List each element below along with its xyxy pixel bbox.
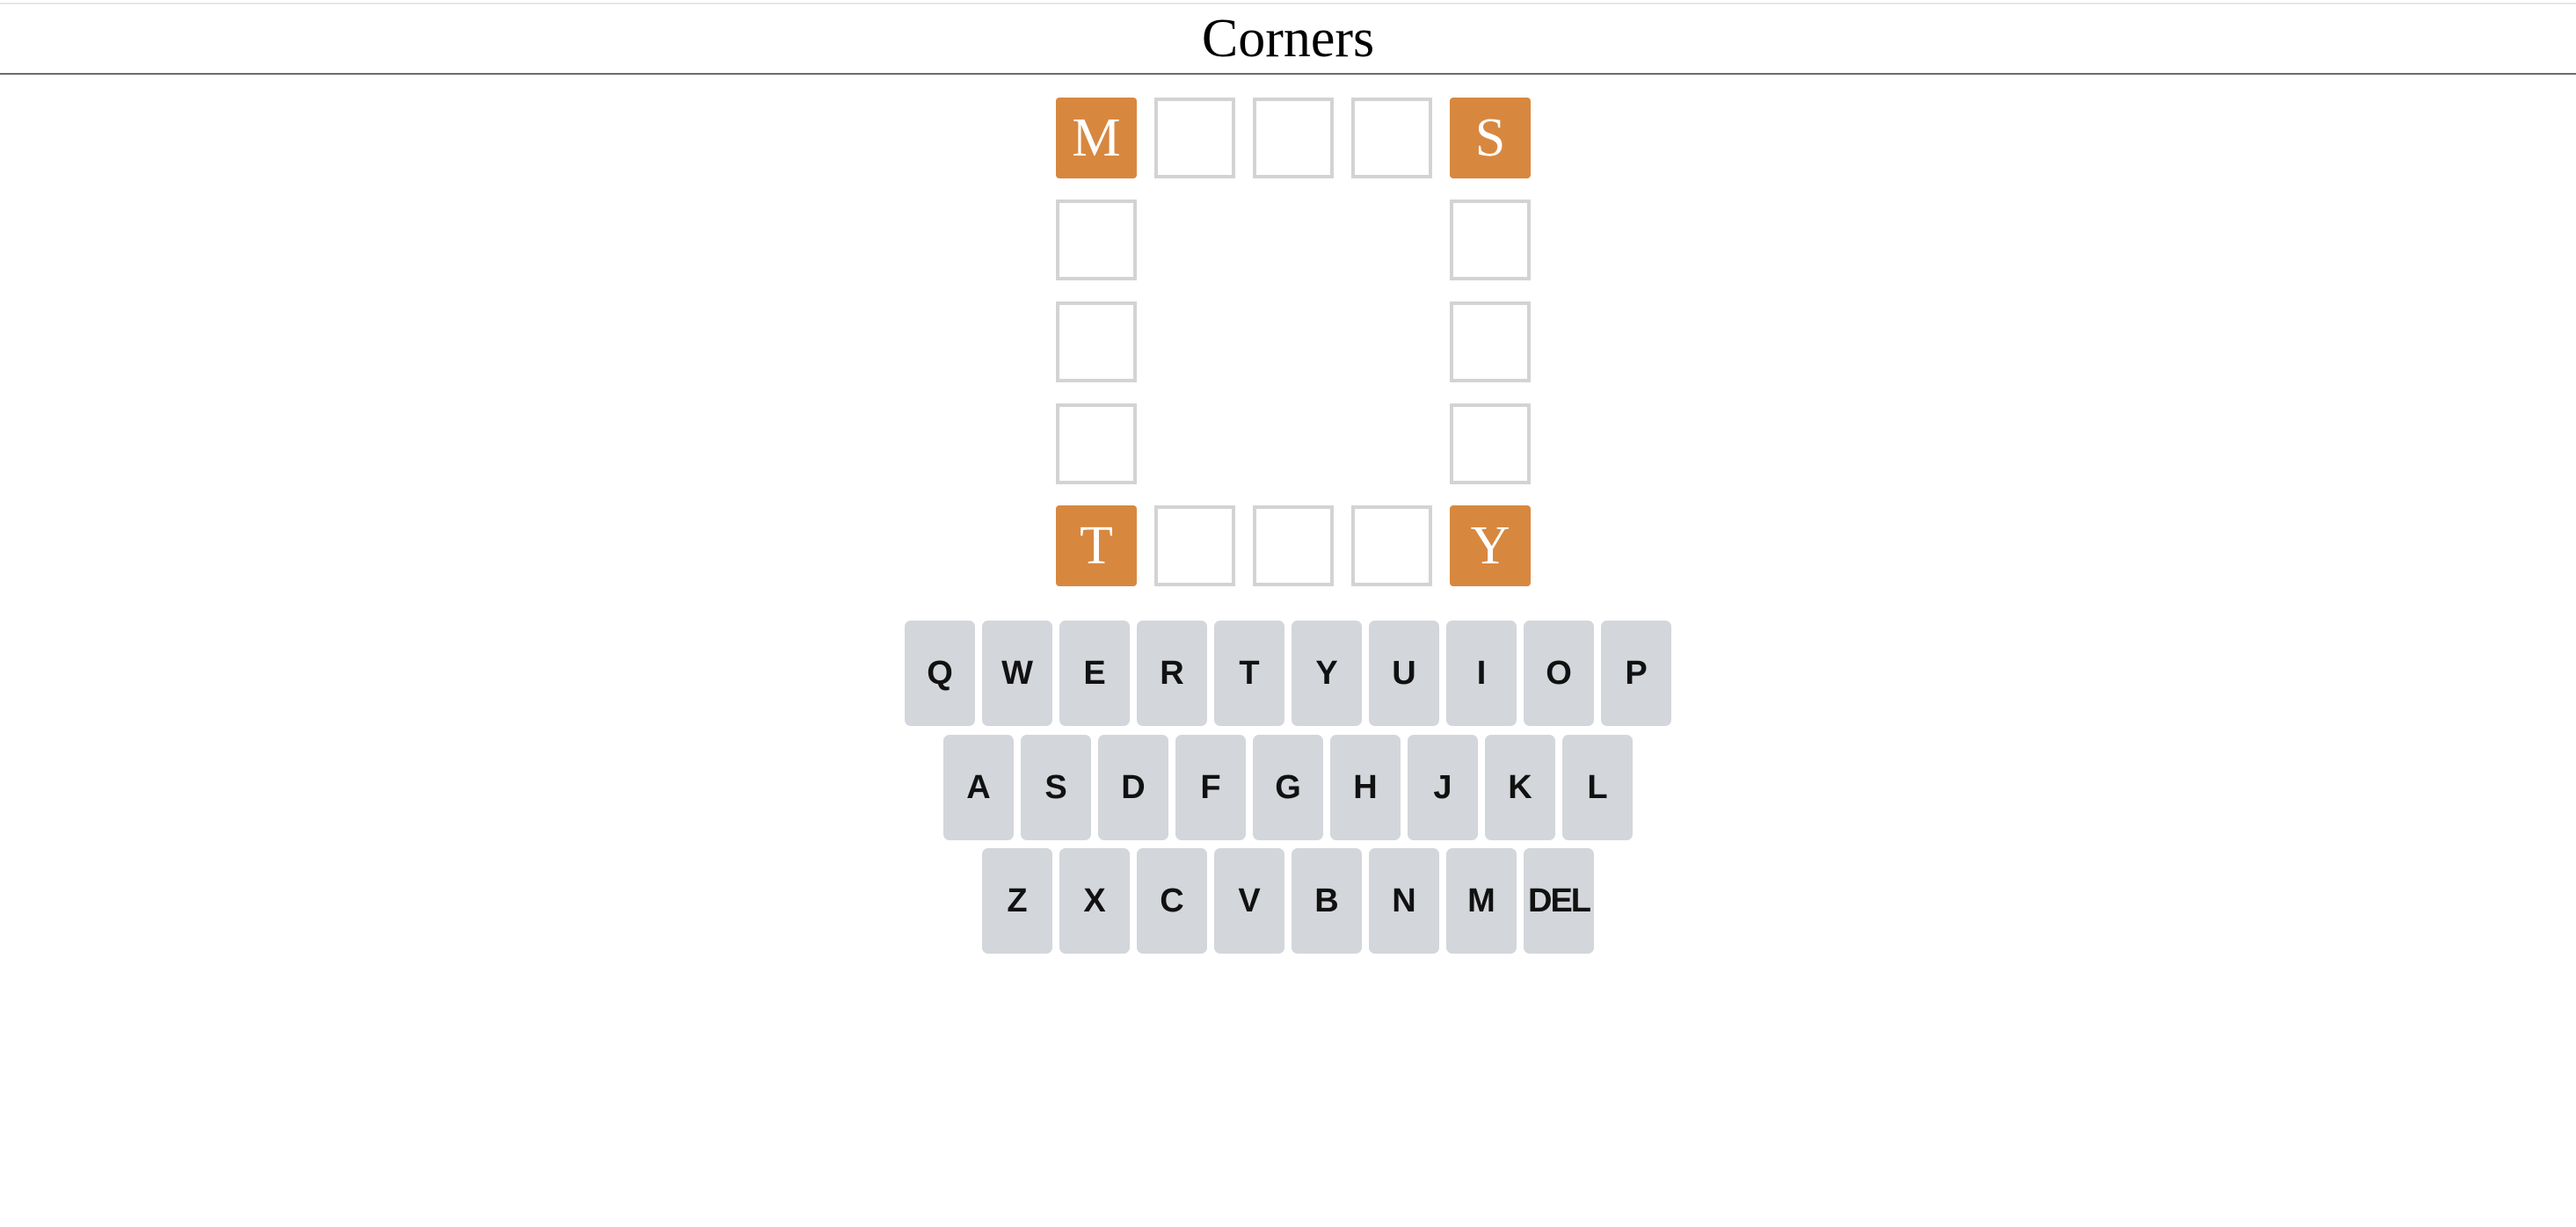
keyboard-row-3: Z X C V B N M DEL (0, 848, 2576, 954)
key-l[interactable]: L (1562, 735, 1633, 840)
edge-tile-bottom-3[interactable] (1253, 505, 1334, 586)
corner-tile-top-left[interactable]: M (1056, 98, 1137, 178)
key-j[interactable]: J (1408, 735, 1478, 840)
key-r[interactable]: R (1137, 621, 1207, 726)
edge-tile-top-3[interactable] (1253, 98, 1334, 178)
key-u[interactable]: U (1369, 621, 1439, 726)
key-h[interactable]: H (1330, 735, 1401, 840)
corner-tile-bottom-right[interactable]: Y (1450, 505, 1531, 586)
page-header: Corners (0, 4, 2576, 75)
game-board: M S T Y (1056, 98, 1534, 588)
edge-tile-right-3[interactable] (1450, 301, 1531, 382)
key-a[interactable]: A (943, 735, 1014, 840)
key-z[interactable]: Z (982, 848, 1052, 954)
edge-tile-left-3[interactable] (1056, 301, 1137, 382)
key-b[interactable]: B (1292, 848, 1362, 954)
edge-tile-right-2[interactable] (1450, 200, 1531, 280)
key-v[interactable]: V (1214, 848, 1284, 954)
corner-tile-bottom-left[interactable]: T (1056, 505, 1137, 586)
key-p[interactable]: P (1601, 621, 1671, 726)
key-q[interactable]: Q (905, 621, 975, 726)
key-f[interactable]: F (1175, 735, 1246, 840)
key-n[interactable]: N (1369, 848, 1439, 954)
key-o[interactable]: O (1524, 621, 1594, 726)
edge-tile-top-4[interactable] (1351, 98, 1432, 178)
key-s[interactable]: S (1021, 735, 1091, 840)
key-d[interactable]: D (1098, 735, 1168, 840)
keyboard-row-1: Q W E R T Y U I O P (0, 621, 2576, 726)
corner-tile-top-right[interactable]: S (1450, 98, 1531, 178)
key-g[interactable]: G (1253, 735, 1323, 840)
key-t[interactable]: T (1214, 621, 1284, 726)
key-y[interactable]: Y (1292, 621, 1362, 726)
edge-tile-right-4[interactable] (1450, 403, 1531, 484)
key-m[interactable]: M (1446, 848, 1517, 954)
key-k[interactable]: K (1485, 735, 1555, 840)
edge-tile-left-2[interactable] (1056, 200, 1137, 280)
key-x[interactable]: X (1059, 848, 1130, 954)
key-i[interactable]: I (1446, 621, 1517, 726)
edge-tile-bottom-2[interactable] (1154, 505, 1235, 586)
edge-tile-left-4[interactable] (1056, 403, 1137, 484)
game-title: Corners (1201, 9, 1375, 69)
edge-tile-bottom-4[interactable] (1351, 505, 1432, 586)
edge-tile-top-2[interactable] (1154, 98, 1235, 178)
keyboard-row-2: A S D F G H J K L (0, 735, 2576, 840)
key-c[interactable]: C (1137, 848, 1207, 954)
delete-key[interactable]: DEL (1524, 848, 1594, 954)
key-w[interactable]: W (982, 621, 1052, 726)
key-e[interactable]: E (1059, 621, 1130, 726)
